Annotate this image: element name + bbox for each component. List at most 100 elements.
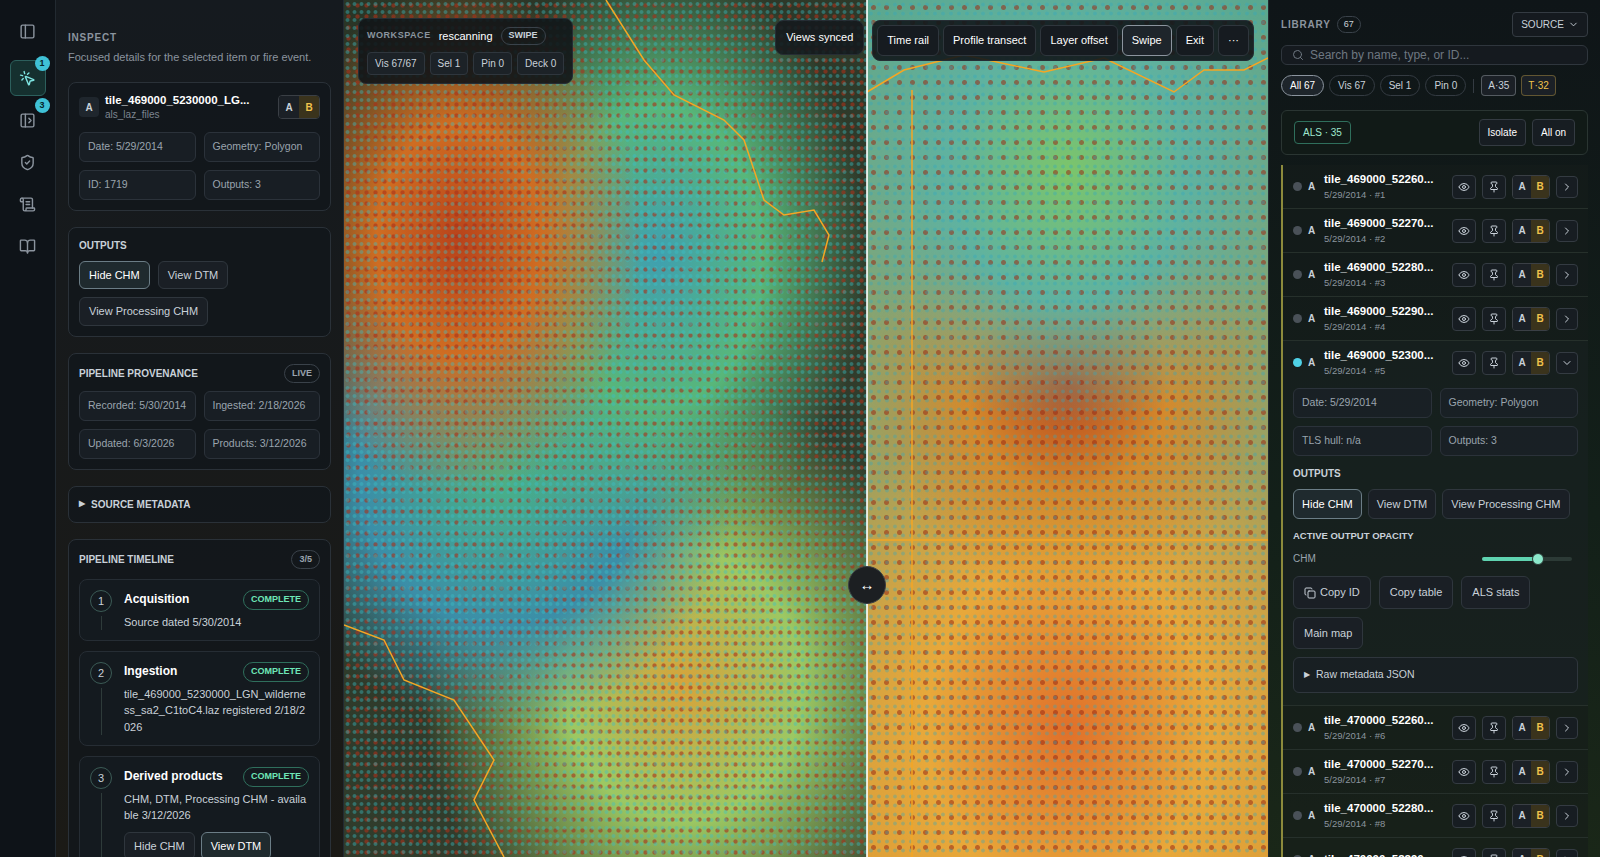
output-button[interactable]: View DTM	[1368, 489, 1437, 520]
action-button[interactable]: ALS stats	[1461, 576, 1530, 609]
slider-thumb[interactable]	[1532, 553, 1544, 565]
swipe-handle[interactable]: ↔	[848, 566, 886, 604]
toolbar-button[interactable]: Profile transect	[943, 25, 1036, 56]
output-button[interactable]: Hide CHM	[79, 261, 150, 290]
pin-button[interactable]	[1482, 760, 1506, 784]
type-chip[interactable]: T·32	[1521, 75, 1556, 96]
visibility-button[interactable]	[1452, 175, 1476, 199]
ab-button[interactable]: A	[1513, 176, 1531, 198]
filter-chip[interactable]: Pin 0	[1425, 75, 1466, 96]
filter-chip[interactable]: Vis 67	[1329, 75, 1375, 96]
pin-button[interactable]	[1482, 716, 1506, 740]
expand-button[interactable]	[1556, 805, 1578, 827]
expand-button[interactable]	[1556, 176, 1578, 198]
row-type: A	[1308, 852, 1318, 857]
map-toolbar: Views syncedTime railProfile transectLay…	[775, 20, 1254, 61]
pin-button[interactable]	[1482, 263, 1506, 287]
expand-button[interactable]	[1556, 264, 1578, 286]
pin-button[interactable]	[1482, 351, 1506, 375]
ab-button[interactable]: A	[1513, 717, 1531, 739]
swipe-divider[interactable]	[866, 0, 868, 857]
search-field[interactable]	[1281, 45, 1588, 65]
raw-metadata-toggle[interactable]: ▶Raw metadata JSON	[1293, 657, 1578, 693]
output-button[interactable]: View DTM	[158, 261, 229, 290]
ab-button[interactable]: B	[1531, 717, 1549, 739]
output-button[interactable]: Hide CHM	[124, 832, 195, 857]
ab-button[interactable]: A	[1513, 805, 1531, 827]
visibility-button[interactable]	[1452, 848, 1476, 857]
output-button[interactable]: View DTM	[201, 832, 272, 857]
group-button[interactable]: Isolate	[1479, 119, 1526, 146]
toolbar-button[interactable]: Swipe	[1122, 25, 1172, 56]
expand-button[interactable]	[1556, 761, 1578, 783]
chevron-right-icon	[1561, 269, 1573, 281]
ab-button[interactable]: B	[299, 96, 319, 118]
pin-icon	[1488, 269, 1500, 281]
ab-button[interactable]: A	[279, 96, 299, 118]
toolbar-button[interactable]: Exit	[1176, 25, 1214, 56]
action-button[interactable]: Copy ID	[1293, 576, 1371, 609]
ab-button[interactable]: B	[1531, 264, 1549, 286]
library-panel: LIBRARY67SOURCEAll 67Vis 67Sel 1Pin 0A·3…	[1268, 0, 1600, 857]
rail-button[interactable]	[10, 186, 46, 222]
output-button[interactable]: Hide CHM	[1293, 489, 1362, 520]
ab-button[interactable]: B	[1531, 352, 1549, 374]
ab-button[interactable]: A	[1513, 308, 1531, 330]
visibility-button[interactable]	[1452, 804, 1476, 828]
action-button[interactable]: Copy table	[1379, 576, 1454, 609]
toolbar-button[interactable]: ···	[1218, 25, 1249, 56]
type-chip[interactable]: A·35	[1481, 75, 1516, 96]
ab-button[interactable]: B	[1531, 176, 1549, 198]
ab-button[interactable]: B	[1531, 805, 1549, 827]
ab-button[interactable]: B	[1531, 761, 1549, 783]
toolbar-button[interactable]: Layer offset	[1040, 25, 1117, 56]
rail-button[interactable]: 3	[10, 102, 46, 138]
source-metadata-toggle[interactable]: ▶SOURCE METADATA	[68, 486, 331, 523]
pin-button[interactable]	[1482, 804, 1506, 828]
group-button[interactable]: All on	[1532, 119, 1575, 146]
ab-button[interactable]: A	[1513, 849, 1531, 857]
library-list: Atile_469000_52260...5/29/2014 · #1ABAti…	[1281, 165, 1588, 857]
pin-button[interactable]	[1482, 307, 1506, 331]
chevron-right-icon	[1561, 722, 1573, 734]
search-input[interactable]	[1310, 46, 1577, 64]
ab-button[interactable]: B	[1531, 849, 1549, 857]
filter-chip[interactable]: Sel 1	[1380, 75, 1421, 96]
source-select[interactable]: SOURCE	[1512, 12, 1588, 37]
chevron-down-icon	[1561, 357, 1573, 369]
ab-button[interactable]: A	[1513, 761, 1531, 783]
expand-button[interactable]	[1556, 717, 1578, 739]
rail-button[interactable]: 1	[10, 60, 46, 96]
visibility-button[interactable]	[1452, 263, 1476, 287]
visibility-button[interactable]	[1452, 307, 1476, 331]
opacity-slider[interactable]	[1482, 557, 1572, 561]
ab-button[interactable]: B	[1531, 220, 1549, 242]
output-button[interactable]: View Processing CHM	[79, 297, 208, 326]
ab-button[interactable]: A	[1513, 220, 1531, 242]
visibility-button[interactable]	[1452, 716, 1476, 740]
ab-toggle: AB	[1512, 760, 1550, 784]
output-button[interactable]: View Processing CHM	[1442, 489, 1569, 520]
ab-button[interactable]: A	[1513, 264, 1531, 286]
row-name: tile_469000_52260...	[1324, 171, 1446, 188]
rail-button[interactable]	[10, 144, 46, 180]
visibility-button[interactable]	[1452, 351, 1476, 375]
chevron-right-icon	[1561, 225, 1573, 237]
expand-button[interactable]	[1556, 849, 1578, 857]
toolbar-button[interactable]: Time rail	[877, 25, 939, 56]
ab-button[interactable]: A	[1513, 352, 1531, 374]
action-button[interactable]: Main map	[1293, 617, 1363, 650]
pin-button[interactable]	[1482, 848, 1506, 857]
expand-button[interactable]	[1556, 308, 1578, 330]
expand-button[interactable]	[1556, 220, 1578, 242]
panel-icon	[19, 112, 36, 129]
expand-button[interactable]	[1556, 352, 1578, 374]
visibility-button[interactable]	[1452, 760, 1476, 784]
rail-button[interactable]	[10, 228, 46, 264]
filter-chip[interactable]: All 67	[1281, 75, 1324, 96]
visibility-button[interactable]	[1452, 219, 1476, 243]
rail-button[interactable]	[10, 13, 46, 49]
pin-button[interactable]	[1482, 219, 1506, 243]
pin-button[interactable]	[1482, 175, 1506, 199]
ab-button[interactable]: B	[1531, 308, 1549, 330]
